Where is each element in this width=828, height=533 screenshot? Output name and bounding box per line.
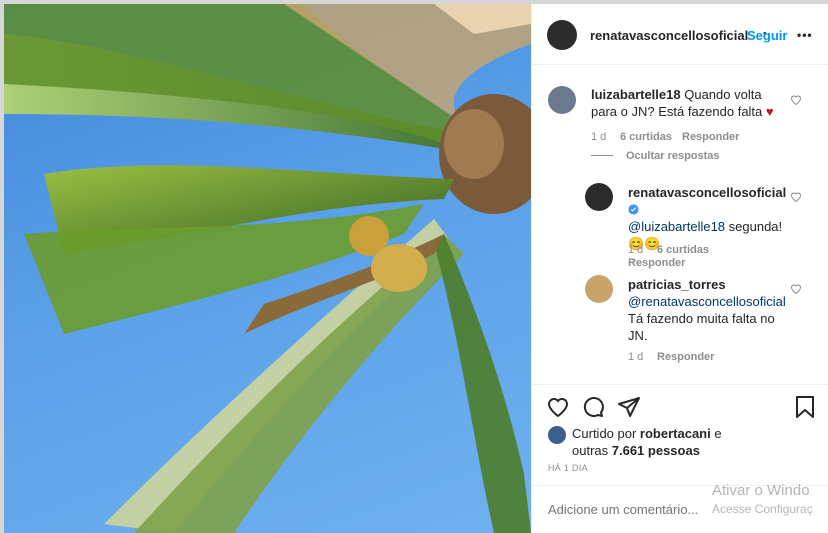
share-icon[interactable] [617, 395, 641, 419]
palm-tree-image [4, 4, 531, 533]
comment-likes[interactable]: 6 curtidas [620, 131, 672, 143]
comment-body: luizabartelle18 Quando volta para o JN? … [591, 86, 781, 120]
like-post-icon[interactable] [546, 395, 570, 419]
likes-others-label: outras [572, 443, 612, 458]
like-comment-icon[interactable] [790, 283, 802, 295]
reply-username[interactable]: renatavasconcellosoficial [628, 185, 786, 200]
save-bookmark-icon[interactable] [794, 395, 816, 419]
like-comment-icon[interactable] [790, 191, 802, 203]
reply-mention[interactable]: @luizabartelle18 [628, 219, 725, 234]
reply-text: segunda! [725, 219, 783, 234]
likes-mid: e [710, 426, 722, 441]
comment-likes[interactable]: 6 curtidas [657, 244, 709, 256]
comment-username[interactable]: luizabartelle18 [591, 87, 681, 102]
comment-age: 1 d [628, 351, 644, 363]
likes-summary: Curtido por robertacani e outras 7.661 p… [572, 425, 772, 459]
windows-activation-subtitle: Acesse Configuraç [712, 502, 813, 516]
hide-replies-button[interactable]: Ocultar respostas [626, 150, 720, 162]
reply-body: renatavasconcellosoficial @luizabartelle… [628, 184, 788, 252]
reply-text: Tá fazendo muita falta no JN. [628, 311, 775, 343]
verified-badge-icon [628, 204, 639, 215]
follow-button[interactable]: Seguir [747, 28, 787, 43]
reply-body: patricias_torres @renatavasconcellosofic… [628, 276, 788, 344]
red-heart-emoji: ♥ [765, 104, 774, 119]
reply-button[interactable]: Responder [682, 131, 739, 143]
post-time[interactable]: HÁ 1 DIA [548, 463, 588, 473]
window-frame: renatavasconcellosoficial • Seguir ••• l… [0, 0, 828, 533]
reply-username[interactable]: patricias_torres [628, 277, 726, 292]
more-options-icon[interactable]: ••• [797, 28, 813, 42]
commenter-avatar[interactable] [548, 86, 576, 114]
comment-age: 1 d [591, 131, 607, 143]
actions-divider [532, 384, 828, 385]
like-comment-icon[interactable] [790, 94, 802, 106]
replies-divider [591, 155, 613, 156]
post-photo[interactable] [4, 4, 531, 533]
reply-button[interactable]: Responder [628, 257, 685, 269]
likes-prefix: Curtido por [572, 426, 640, 441]
liker-username[interactable]: robertacani [640, 426, 711, 441]
replier-avatar[interactable] [585, 183, 613, 211]
reply-button[interactable]: Responder [657, 351, 714, 363]
comment-icon[interactable] [581, 395, 605, 419]
reply-mention[interactable]: @renatavasconcellosoficial [628, 294, 786, 309]
likes-count[interactable]: 7.661 pessoas [612, 443, 700, 458]
author-avatar[interactable] [547, 20, 577, 50]
author-username[interactable]: renatavasconcellosoficial [590, 28, 748, 43]
windows-activation-title: Ativar o Windo [712, 482, 810, 499]
post-side-panel: renatavasconcellosoficial • Seguir ••• l… [531, 4, 828, 533]
comment-age: 1 d [628, 244, 644, 256]
liker-avatar[interactable] [548, 426, 566, 444]
post-header: renatavasconcellosoficial • Seguir ••• [532, 4, 828, 65]
replier-avatar[interactable] [585, 275, 613, 303]
